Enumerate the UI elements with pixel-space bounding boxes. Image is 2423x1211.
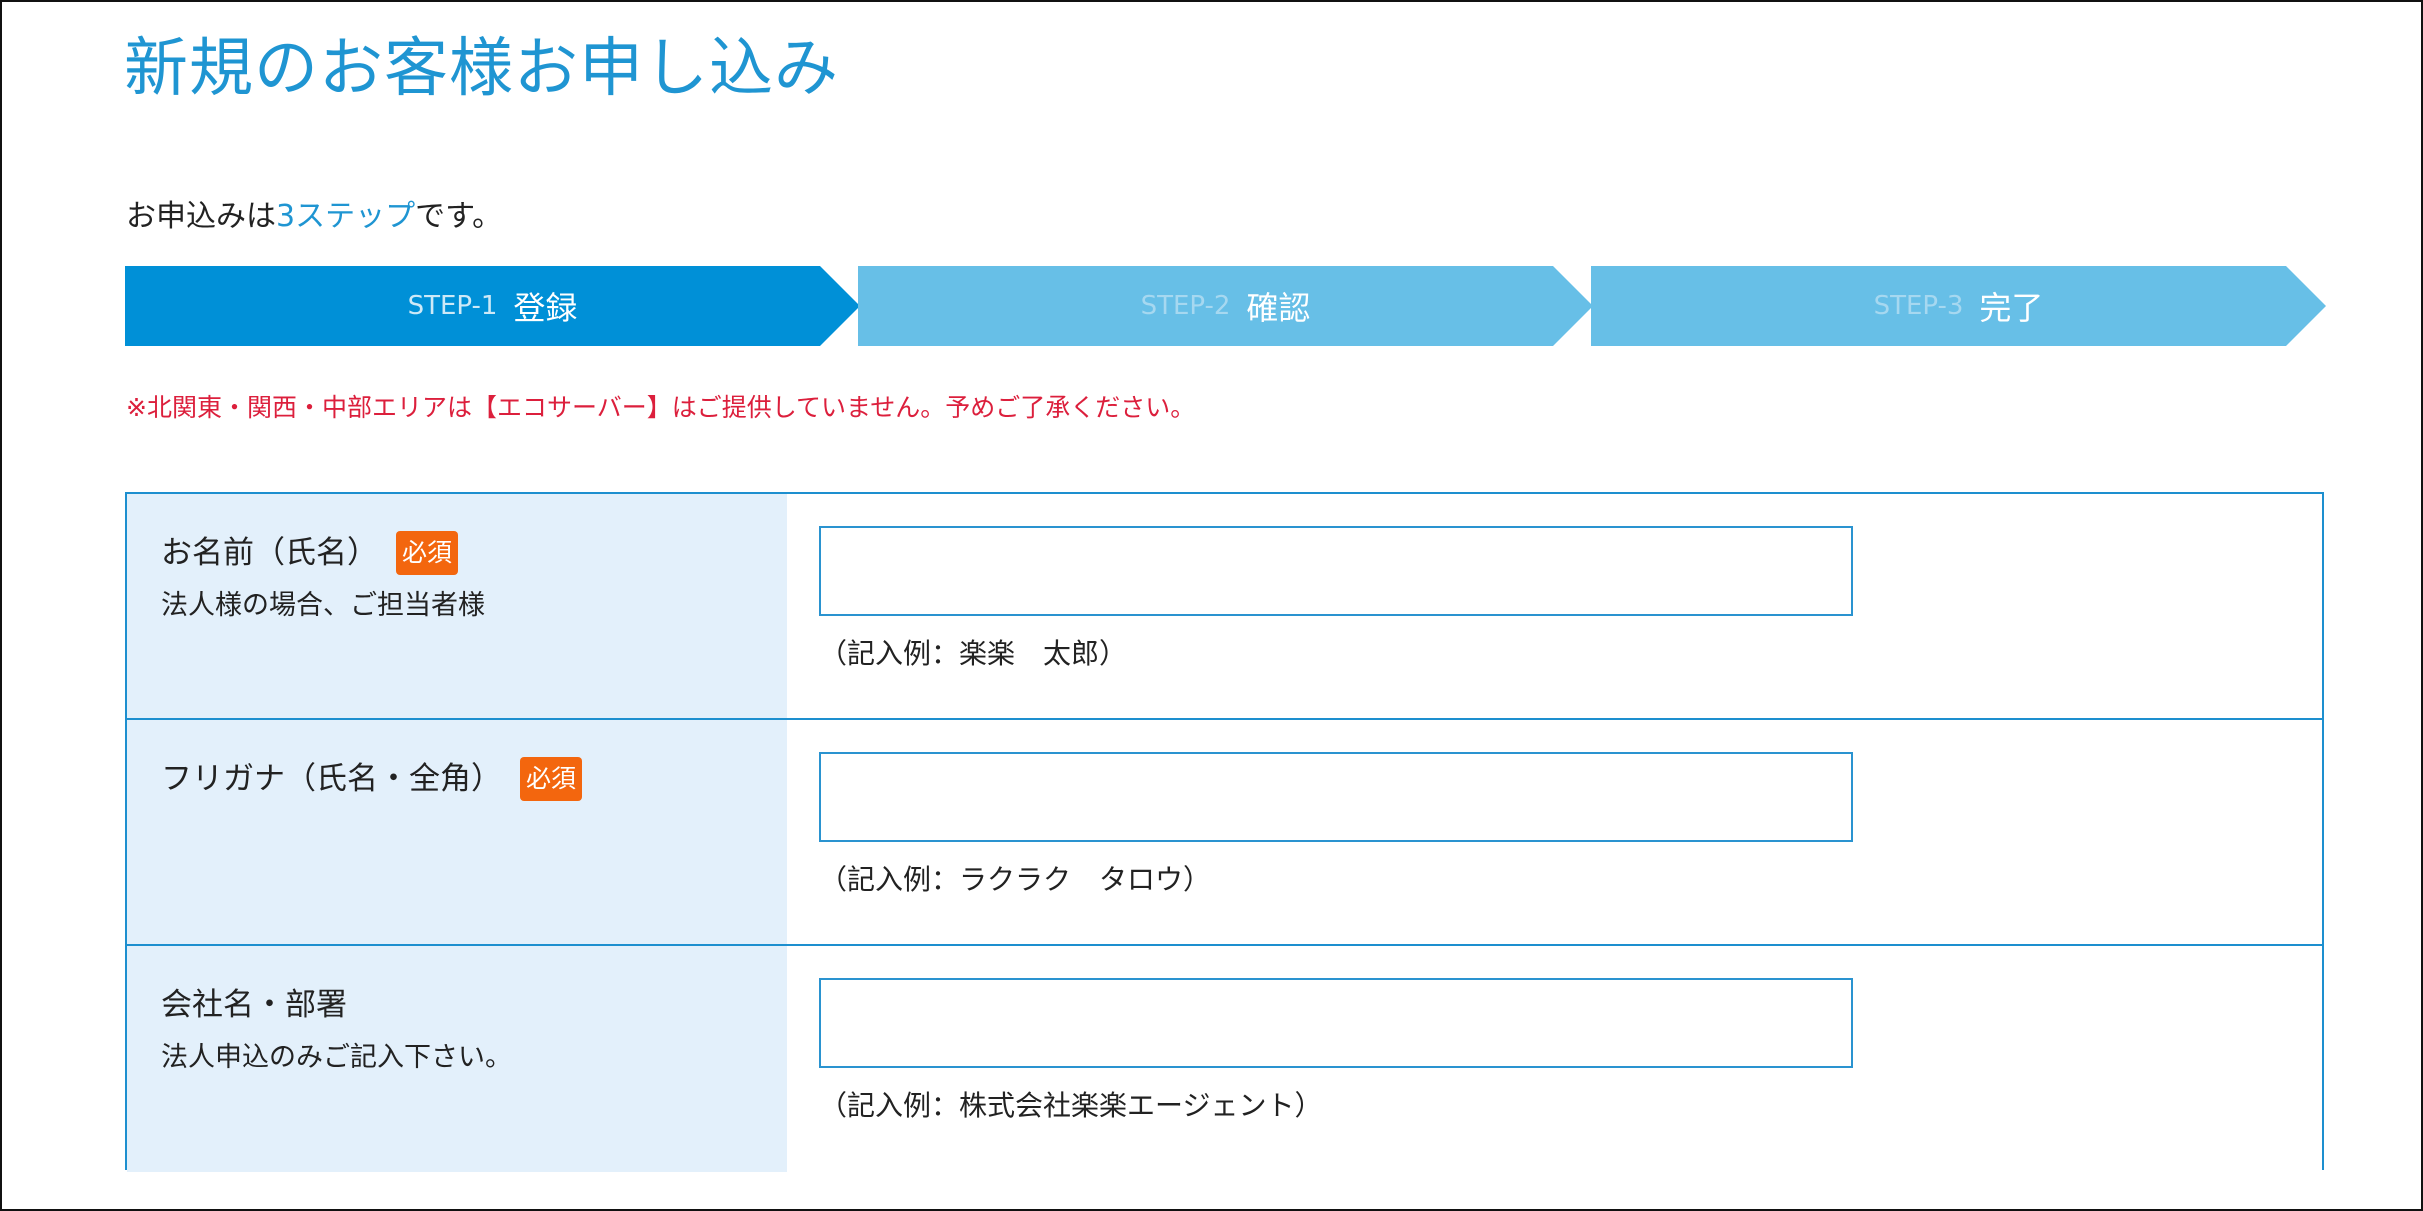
intro-before: お申込みは bbox=[126, 199, 276, 234]
step-number: STEP-3 bbox=[1873, 291, 1964, 321]
field-input-cell: （記入例：楽楽 太郎） bbox=[787, 494, 2322, 720]
field-label-cell: 会社名・部署 法人申込のみご記入下さい。 bbox=[127, 946, 787, 1172]
field-hint: 法人様の場合、ご担当者様 bbox=[161, 590, 485, 621]
form-row-name: お名前（氏名） 必須 法人様の場合、ご担当者様 （記入例：楽楽 太郎） bbox=[127, 494, 2322, 720]
furigana-input[interactable] bbox=[819, 752, 1853, 842]
field-label-cell: フリガナ（氏名・全角） 必須 bbox=[127, 720, 787, 946]
field-example: （記入例：株式会社楽楽エージェント） bbox=[819, 1089, 1323, 1122]
field-example: （記入例：楽楽 太郎） bbox=[819, 637, 1128, 670]
field-example: （記入例：ラクラク タロウ） bbox=[819, 863, 1212, 896]
company-input[interactable] bbox=[819, 978, 1853, 1068]
application-form: お名前（氏名） 必須 法人様の場合、ご担当者様 （記入例：楽楽 太郎） フリガナ… bbox=[125, 492, 2324, 1172]
step-1-register: STEP-1 登録 bbox=[125, 266, 860, 346]
required-badge: 必須 bbox=[396, 531, 459, 575]
field-input-cell: （記入例：ラクラク タロウ） bbox=[787, 720, 2322, 946]
name-input[interactable] bbox=[819, 526, 1853, 616]
step-name: 確認 bbox=[1246, 289, 1311, 327]
intro-text: お申込みは3ステップです。 bbox=[126, 192, 502, 242]
intro-after: です。 bbox=[415, 199, 503, 234]
form-row-furigana: フリガナ（氏名・全角） 必須 （記入例：ラクラク タロウ） bbox=[127, 718, 2322, 946]
field-label: フリガナ（氏名・全角） bbox=[161, 761, 502, 797]
step-3-complete: STEP-3 完了 bbox=[1591, 266, 2326, 346]
step-name: 完了 bbox=[1979, 289, 2044, 327]
form-row-company: 会社名・部署 法人申込のみご記入下さい。 （記入例：株式会社楽楽エージェント） bbox=[127, 944, 2322, 1172]
field-hint: 法人申込のみご記入下さい。 bbox=[161, 1042, 512, 1073]
field-input-cell: （記入例：株式会社楽楽エージェント） bbox=[787, 946, 2322, 1172]
intro-step-count: 3ステップ bbox=[276, 199, 416, 234]
page-frame: 新規のお客様お申し込み お申込みは3ステップです。 STEP-1 登録 STEP… bbox=[0, 0, 2423, 1211]
step-number: STEP-1 bbox=[407, 291, 498, 321]
page-title: 新規のお客様お申し込み bbox=[124, 32, 839, 106]
step-number: STEP-2 bbox=[1140, 291, 1231, 321]
area-notice: ※北関東・関西・中部エリアは【エコサーバー】はご提供していません。予めご了承くだ… bbox=[126, 393, 1196, 422]
required-badge: 必須 bbox=[520, 757, 583, 801]
step-progress: STEP-1 登録 STEP-2 確認 STEP-3 完了 bbox=[125, 266, 2326, 346]
step-name: 登録 bbox=[513, 289, 578, 327]
step-2-confirm: STEP-2 確認 bbox=[858, 266, 1593, 346]
field-label: 会社名・部署 bbox=[161, 987, 347, 1023]
field-label-cell: お名前（氏名） 必須 法人様の場合、ご担当者様 bbox=[127, 494, 787, 720]
field-label: お名前（氏名） bbox=[161, 535, 378, 571]
